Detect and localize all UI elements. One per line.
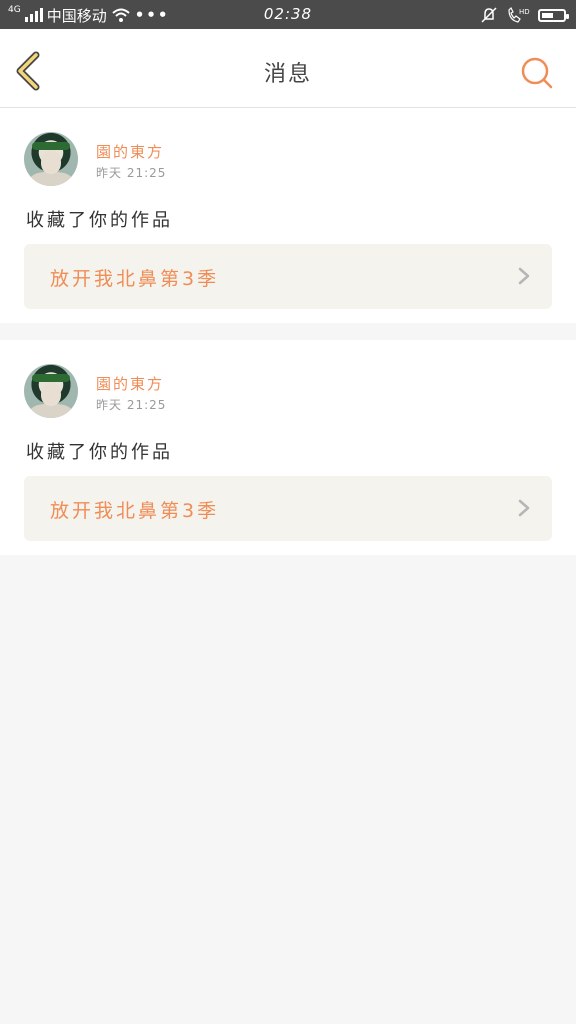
work-title: 放开我北鼻第3季 bbox=[50, 268, 220, 290]
message-action: 收藏了你的作品 bbox=[26, 210, 173, 231]
message-card: 園的東方 昨天 21:25 收藏了你的作品 放开我北鼻第3季 bbox=[0, 340, 576, 555]
chevron-right-icon bbox=[518, 267, 530, 285]
page-title: 消息 bbox=[263, 62, 312, 87]
status-right: HD bbox=[480, 4, 569, 26]
mute-icon bbox=[481, 7, 497, 23]
message-time: 昨天 21:25 bbox=[96, 398, 167, 412]
chevron-right-icon bbox=[518, 499, 530, 517]
header-bar: 消息 bbox=[0, 29, 576, 108]
battery-icon bbox=[538, 8, 569, 22]
status-bar: 4G 中国移动 ••• 02:38 HD bbox=[0, 0, 576, 29]
work-title: 放开我北鼻第3季 bbox=[50, 500, 220, 522]
message-action: 收藏了你的作品 bbox=[26, 442, 173, 463]
username[interactable]: 園的東方 bbox=[96, 141, 164, 162]
hd-call-icon: HD bbox=[508, 6, 530, 23]
svg-text:HD: HD bbox=[519, 8, 530, 16]
work-link[interactable]: 放开我北鼻第3季 bbox=[24, 244, 552, 309]
work-link[interactable]: 放开我北鼻第3季 bbox=[24, 476, 552, 541]
username[interactable]: 園的東方 bbox=[96, 373, 164, 394]
message-card: 園的東方 昨天 21:25 收藏了你的作品 放开我北鼻第3季 bbox=[0, 108, 576, 323]
avatar[interactable] bbox=[24, 132, 78, 186]
message-time: 昨天 21:25 bbox=[96, 166, 167, 180]
avatar[interactable] bbox=[24, 364, 78, 418]
search-icon[interactable] bbox=[520, 56, 554, 90]
